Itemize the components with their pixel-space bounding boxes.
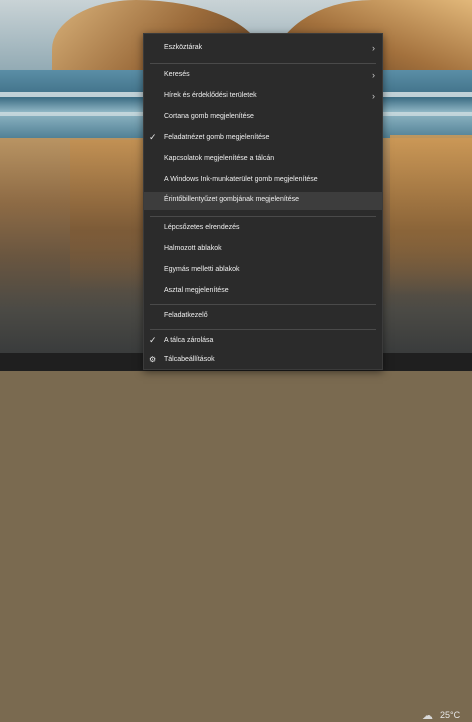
menu-item-label: Cortana gomb megjelenítése: [164, 113, 254, 120]
menu-item-cortana[interactable]: Cortana gomb megjelenítése: [144, 109, 382, 127]
menu-item-feladatkezelo[interactable]: Feladatkezelő: [144, 308, 382, 326]
gear-icon: ⚙: [149, 355, 157, 364]
menu-item-egymas-melletti[interactable]: Egymás melletti ablakok: [144, 262, 382, 280]
chevron-right-icon: ›: [372, 91, 375, 101]
cloud-icon[interactable]: ☁: [422, 709, 433, 722]
weather-temperature[interactable]: 25°C: [440, 710, 460, 720]
menu-separator: [150, 329, 376, 330]
taskbar-context-menu: Eszköztárak › Keresés › Hírek és érdeklő…: [143, 33, 383, 370]
menu-item-label: Kapcsolatok megjelenítése a tálcán: [164, 155, 275, 162]
menu-separator: [150, 304, 376, 305]
menu-item-label: Eszköztárak: [164, 44, 203, 51]
menu-item-talca-zarolasa[interactable]: ✓ A tálca zárolása: [144, 333, 382, 351]
menu-item-label: Feladatnézet gomb megjelenítése: [164, 134, 270, 141]
chevron-right-icon: ›: [372, 70, 375, 80]
menu-item-label: A Windows Ink-munkaterület gomb megjelen…: [164, 176, 318, 183]
menu-item-label: Keresés: [164, 71, 190, 78]
menu-item-label: Feladatkezelő: [164, 312, 208, 319]
checkmark-icon: ✓: [149, 132, 157, 142]
menu-item-label: Tálcabeállítások: [164, 356, 215, 363]
checkmark-icon: ✓: [149, 335, 157, 345]
menu-item-halmozott[interactable]: Halmozott ablakok: [144, 241, 382, 259]
menu-separator: [150, 216, 376, 217]
menu-item-erintobillentyuzet[interactable]: Érintőbillentyűzet gombjának megjeleníté…: [144, 192, 382, 210]
wallpaper-reflection: [390, 135, 472, 295]
menu-separator: [150, 63, 376, 64]
menu-item-label: Halmozott ablakok: [164, 245, 222, 252]
menu-item-kapcsolatok[interactable]: Kapcsolatok megjelenítése a tálcán: [144, 151, 382, 169]
menu-item-label: A tálca zárolása: [164, 337, 214, 344]
menu-item-label: Asztal megjelenítése: [164, 287, 229, 294]
menu-item-label: Érintőbillentyűzet gombjának megjeleníté…: [164, 196, 300, 203]
menu-item-windows-ink[interactable]: A Windows Ink-munkaterület gomb megjelen…: [144, 172, 382, 190]
menu-item-eszkoztarak[interactable]: Eszköztárak ›: [144, 40, 382, 58]
chevron-right-icon: ›: [372, 43, 375, 53]
menu-item-asztal[interactable]: Asztal megjelenítése: [144, 283, 382, 301]
wallpaper-reflection: [70, 140, 150, 290]
menu-item-hirek[interactable]: Hírek és érdeklődési területek ›: [144, 88, 382, 106]
menu-item-label: Hírek és érdeklődési területek: [164, 92, 257, 99]
menu-item-feladatnezet[interactable]: ✓ Feladatnézet gomb megjelenítése: [144, 130, 382, 148]
menu-item-talcabeallitasok[interactable]: ⚙ Tálcabeállítások: [144, 352, 382, 370]
menu-item-kereses[interactable]: Keresés ›: [144, 67, 382, 85]
menu-item-label: Egymás melletti ablakok: [164, 266, 240, 273]
menu-item-label: Lépcsőzetes elrendezés: [164, 224, 240, 231]
menu-item-lepcsozetes[interactable]: Lépcsőzetes elrendezés: [144, 220, 382, 238]
